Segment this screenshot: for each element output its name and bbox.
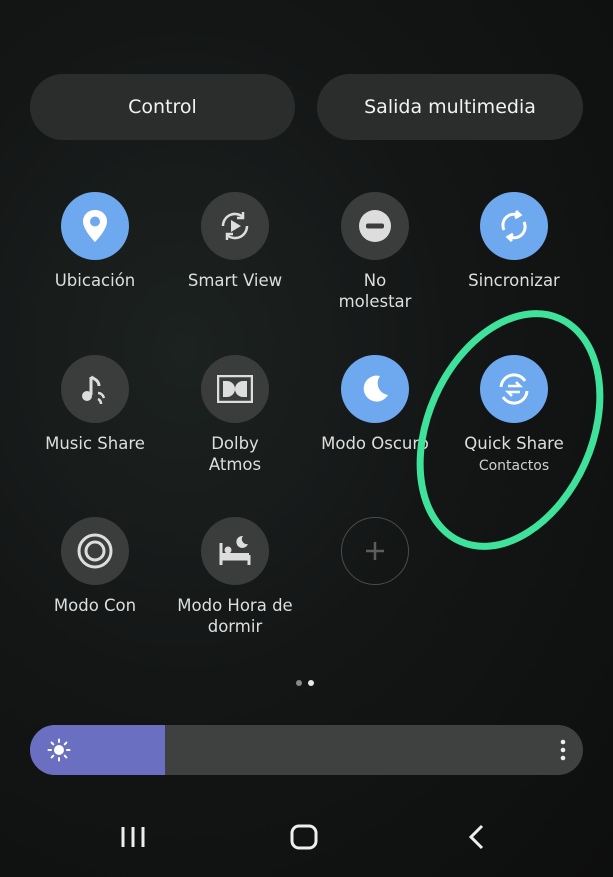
home-icon[interactable] [289, 822, 319, 852]
recent-apps-icon[interactable] [118, 822, 148, 852]
page-dot-active[interactable] [308, 680, 314, 686]
tile-dolby-atmos[interactable]: Dolby Atmos [165, 355, 305, 475]
tile-label: Ubicación [54, 271, 136, 290]
music-share-icon [61, 355, 129, 423]
focus-mode-icon [61, 517, 129, 585]
page-indicator [296, 680, 314, 686]
tile-location[interactable]: Ubicación [25, 192, 165, 291]
bed-icon [201, 517, 269, 585]
add-icon [341, 517, 409, 585]
tile-label: Smart View [187, 271, 283, 290]
moon-icon [341, 355, 409, 423]
tile-focus-mode[interactable]: Modo Con [25, 517, 165, 616]
tile-label: Music Share [45, 434, 145, 453]
tile-do-not-disturb[interactable]: No molestar [305, 192, 445, 312]
highlight-ellipse [416, 310, 604, 550]
smart-view-icon [201, 192, 269, 260]
tile-label: Modo Hora de dormir [177, 596, 293, 636]
more-options-icon[interactable] [559, 738, 567, 762]
tile-sync[interactable]: Sincronizar [444, 192, 584, 291]
control-button[interactable]: Control [30, 74, 295, 140]
dolby-icon [201, 355, 269, 423]
page-dot[interactable] [296, 680, 302, 686]
sun-icon [47, 738, 71, 762]
sync-icon [480, 192, 548, 260]
tile-label: Dolby Atmos [208, 434, 262, 474]
tile-label: Modo Con [53, 596, 137, 615]
tile-bedtime-mode[interactable]: Modo Hora de dormir [165, 517, 305, 637]
do-not-disturb-icon [341, 192, 409, 260]
brightness-slider[interactable] [30, 725, 583, 775]
tile-smart-view[interactable]: Smart View [165, 192, 305, 291]
location-pin-icon [61, 192, 129, 260]
media-output-button[interactable]: Salida multimedia [317, 74, 583, 140]
back-icon[interactable] [462, 822, 492, 852]
tile-music-share[interactable]: Music Share [25, 355, 165, 454]
tile-label: Sincronizar [468, 271, 560, 290]
